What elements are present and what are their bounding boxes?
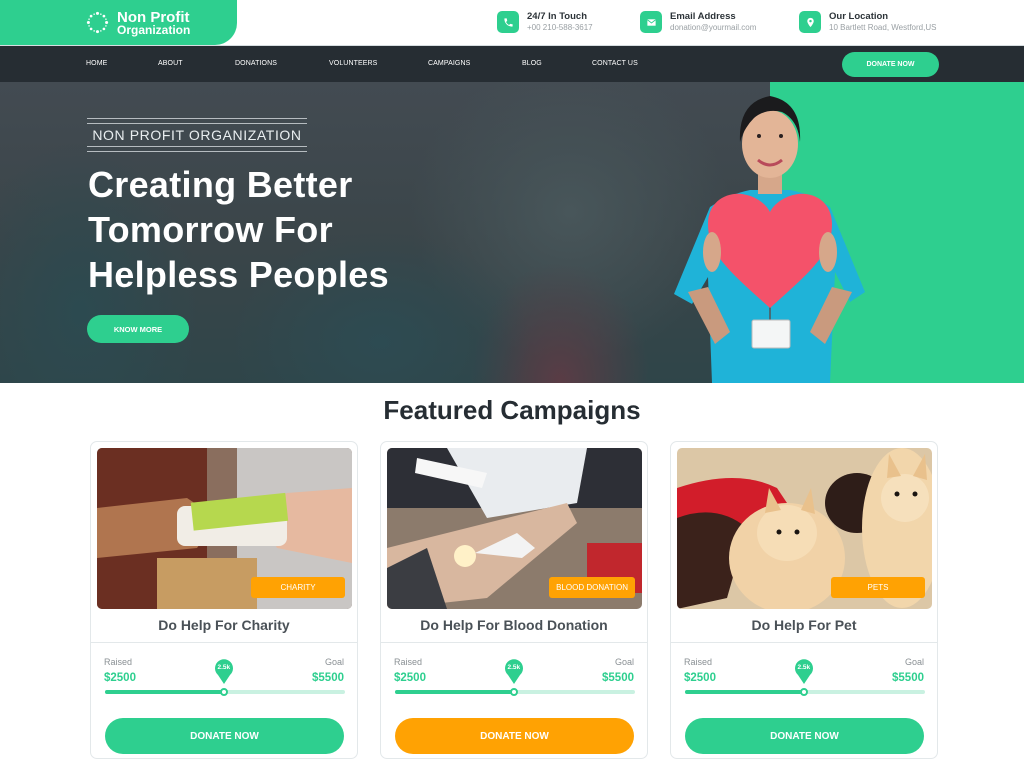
contact-detail: 10 Bartlett Road, Westford,US [829, 23, 937, 33]
raised-amount: $2500 [104, 672, 136, 684]
goal-label: Goal [324, 657, 344, 667]
contact-detail[interactable]: donation@yourmail.com [670, 24, 756, 32]
logo-ring-icon [86, 11, 109, 34]
campaign-card-blood-donation: BLOOD DONATION Do Help For Blood Donatio… [380, 441, 648, 759]
nav-home[interactable]: HOME [86, 60, 107, 67]
nav-volunteers[interactable]: VOLUNTEERS [329, 60, 377, 67]
progress-marker-label: 2.5k [217, 664, 231, 671]
hero-title-line: Tomorrow For [88, 209, 333, 250]
progress-marker-pin-icon [794, 659, 813, 684]
contact-detail[interactable]: +00 210-588-3617 [527, 24, 593, 32]
divider [91, 642, 357, 643]
donate-now-button[interactable]: DONATE NOW [395, 718, 634, 754]
contact-phone: 24/7 In Touch +00 210-588-3617 [497, 11, 593, 33]
progress-marker-pin-icon [504, 659, 523, 684]
divider [381, 642, 647, 643]
hero-title-line: Helpless Peoples [88, 254, 389, 295]
nav-campaigns[interactable]: CAMPAIGNS [428, 60, 470, 67]
progress-knob [219, 688, 228, 696]
progress-track: 2.5k [105, 659, 345, 696]
raised-amount: $2500 [394, 672, 426, 684]
progress-knob [799, 688, 808, 696]
contact-email: Email Address donation@yourmail.com [640, 11, 756, 33]
logo-name-line2: Organization [117, 23, 191, 37]
campaign-category-tag: PETS [831, 577, 925, 598]
logo-text: Non Profit Organization [117, 10, 190, 36]
campaign-title[interactable]: Do Help For Pet [671, 617, 937, 633]
progress-fill [685, 690, 804, 694]
campaign-image-blood-donation[interactable]: BLOOD DONATION [387, 448, 642, 609]
campaign-card-charity: CHARITY Do Help For Charity Raised Goal … [90, 441, 358, 759]
goal-amount: $5500 [312, 672, 344, 684]
top-bar: Non Profit Organization 24/7 In Touch +0… [0, 0, 1024, 46]
donate-now-button[interactable]: DONATE NOW [685, 718, 924, 754]
volunteer-with-heart-image [674, 96, 865, 383]
raised-label: Raised [684, 657, 713, 667]
featured-campaigns-title: Featured Campaigns [383, 395, 641, 425]
progress-fill [105, 690, 224, 694]
progress-knob [509, 688, 518, 696]
donate-now-button[interactable]: DONATE NOW [105, 718, 344, 754]
campaign-image-pets[interactable]: PETS [677, 448, 932, 609]
progress-fill [395, 690, 514, 694]
contact-location: Our Location 10 Bartlett Road, Westford,… [799, 11, 936, 33]
nav-donations[interactable]: DONATIONS [235, 60, 277, 67]
raised-label: Raised [104, 657, 133, 667]
progress-track: 2.5k [685, 659, 925, 696]
phone-icon [497, 11, 519, 33]
goal-label: Goal [614, 657, 634, 667]
nav-contact-us[interactable]: CONTACT US [592, 60, 638, 67]
goal-amount: $5500 [602, 672, 634, 684]
divider [671, 642, 937, 643]
campaign-card-pets: PETS Do Help For Pet Raised Goal $2500 $… [670, 441, 938, 759]
hero-title: Creating Better Tomorrow For Helpless Pe… [88, 162, 389, 297]
know-more-button[interactable]: KNOW MORE [87, 315, 189, 343]
raised-amount: $2500 [684, 672, 716, 684]
campaign-title[interactable]: Do Help For Charity [91, 617, 357, 633]
hero-banner: NON PROFIT ORGANIZATION Creating Better … [0, 82, 1024, 383]
progress-marker-label: 2.5k [797, 664, 811, 671]
contact-title: Email Address [670, 10, 736, 22]
campaign-title[interactable]: Do Help For Blood Donation [381, 617, 647, 633]
nav-about[interactable]: ABOUT [158, 60, 183, 67]
mail-icon [640, 11, 662, 33]
contact-title: 24/7 In Touch [527, 10, 588, 22]
campaign-category-tag: BLOOD DONATION [549, 577, 635, 598]
goal-label: Goal [904, 657, 924, 667]
nav-blog[interactable]: BLOG [522, 60, 542, 67]
contact-title: Our Location [829, 10, 889, 22]
hero-tagline: NON PROFIT ORGANIZATION [87, 118, 307, 152]
logo[interactable]: Non Profit Organization [0, 0, 237, 45]
goal-amount: $5500 [892, 672, 924, 684]
nav-donate-button[interactable]: DONATE NOW [842, 52, 939, 77]
progress-track: 2.5k [395, 659, 635, 696]
raised-label: Raised [394, 657, 423, 667]
progress-marker-pin-icon [214, 659, 233, 684]
campaign-category-tag: CHARITY [251, 577, 345, 598]
campaign-image-charity[interactable]: CHARITY [97, 448, 352, 609]
location-pin-icon [799, 11, 821, 33]
progress-marker-label: 2.5k [507, 664, 521, 671]
hero-title-line: Creating Better [88, 164, 353, 205]
main-nav: HOME ABOUT DONATIONS VOLUNTEERS CAMPAIGN… [0, 46, 1024, 82]
